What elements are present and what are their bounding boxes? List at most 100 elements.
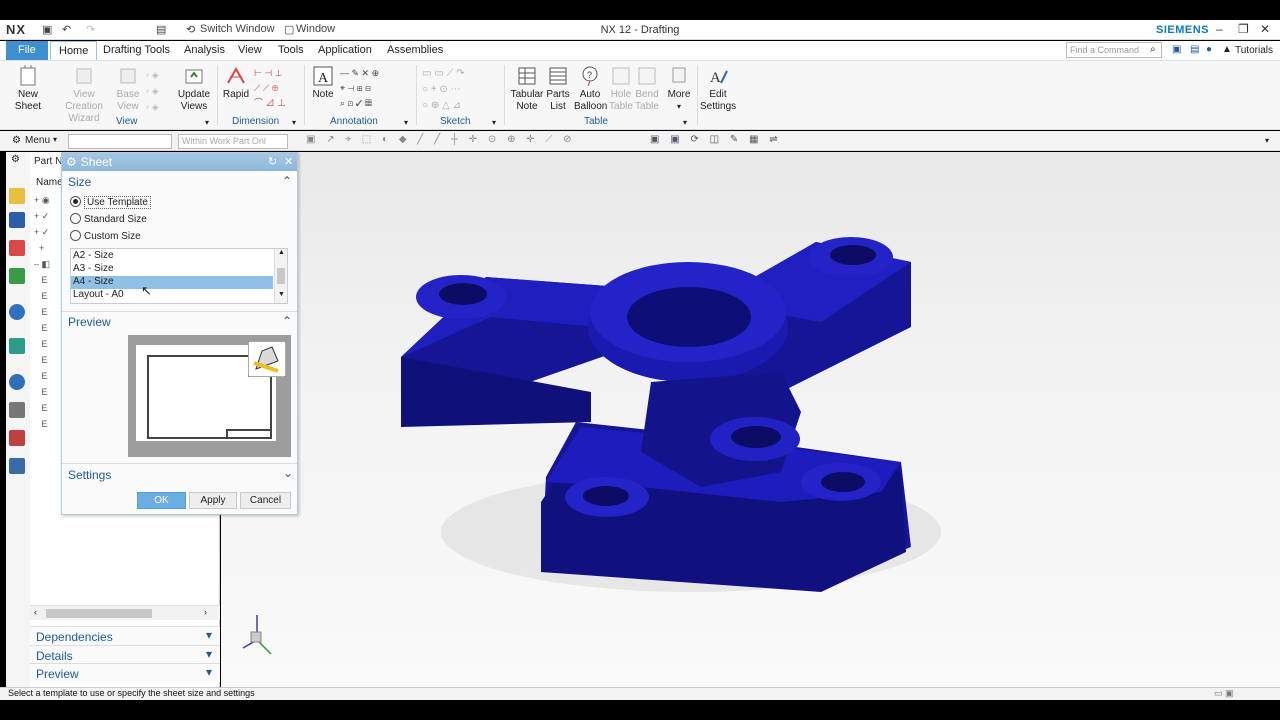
tools-icon[interactable] (9, 402, 25, 418)
dialog-title-bar[interactable]: ⚙ Sheet ↻ ✕ (62, 153, 297, 171)
scrollbar-thumb[interactable] (46, 609, 152, 618)
tab-analysis[interactable]: Analysis (176, 41, 233, 60)
tab-view[interactable]: View (230, 41, 270, 60)
update-views-label-2: Views (180, 101, 208, 112)
tab-home[interactable]: Home (50, 41, 98, 60)
view-creation-wizard-button[interactable]: View Creation Wizard (54, 65, 114, 125)
bend-table-icon (638, 67, 656, 85)
note-button[interactable]: A Note (310, 65, 336, 101)
chevron-down-icon: ▾ (205, 628, 212, 642)
graphics-window[interactable] (221, 152, 1280, 687)
chevron-down-icon[interactable]: ▾ (404, 118, 408, 127)
search-icon[interactable]: ⌕ (1150, 44, 1156, 55)
menu-button[interactable]: Menu (25, 135, 50, 146)
scroll-up-icon[interactable]: ▲ (278, 249, 285, 256)
new-sheet-label-2: Sheet (14, 101, 42, 112)
section-preview-header[interactable]: Preview (68, 315, 111, 329)
reuse-library-icon[interactable] (9, 268, 25, 284)
layout-icon[interactable]: ▣ (1172, 44, 1181, 55)
hole-table-icon (612, 67, 630, 85)
help-icon[interactable]: ● (1206, 44, 1212, 55)
apply-button[interactable]: Apply (189, 492, 237, 509)
chevron-up-icon[interactable]: ⌃ (282, 314, 292, 328)
tabular-note-button[interactable]: Tabular Note (510, 65, 544, 113)
radio-standard-size[interactable]: Standard Size (70, 213, 147, 225)
gear-icon[interactable]: ⚙ (11, 154, 20, 165)
svg-text:A: A (318, 71, 329, 86)
list-item[interactable]: A2 - Size (71, 250, 273, 263)
chevron-down-icon[interactable]: ▾ (205, 118, 209, 127)
chevron-down-icon: ▾ (676, 102, 681, 111)
chevron-up-icon[interactable]: ⌃ (282, 174, 292, 188)
tab-tools[interactable]: Tools (270, 41, 312, 60)
tab-application[interactable]: Application (310, 41, 380, 60)
tutorials-link[interactable]: Tutorials (1235, 45, 1273, 56)
auto-balloon-button[interactable]: ? Auto Balloon (574, 65, 607, 113)
find-command-input[interactable]: Find a Command (1066, 42, 1162, 58)
radio-use-template[interactable]: Use Template (70, 196, 151, 209)
dependencies-panel[interactable]: Dependencies ▾ (30, 626, 220, 645)
chevron-down-icon[interactable]: ▾ (292, 118, 296, 127)
tutorials-icon: ▲ (1222, 44, 1232, 55)
chevron-down-icon[interactable]: ▾ (1265, 136, 1269, 145)
preview-panel[interactable]: Preview ▾ (30, 663, 220, 682)
list-scrollbar[interactable]: ▲ ▼ (274, 249, 287, 303)
snap-icons[interactable]: ▣ ↗ ⌖ ⬚ ◐ ◆ ╱ ╱ ┼ ✛ ⊙ ⊕ ✛ ⟋ ⊘ (306, 134, 575, 145)
rapid-dimension-button[interactable]: Rapid (222, 65, 250, 101)
scroll-left-icon[interactable]: ‹ (34, 607, 37, 617)
clock-icon[interactable] (9, 374, 25, 390)
restore-icon[interactable]: ❐ (1238, 22, 1249, 36)
edit-settings-button[interactable]: A Edit Settings (700, 65, 736, 113)
section-settings-header[interactable]: Settings (68, 468, 111, 482)
list-item[interactable]: A3 - Size (71, 263, 273, 276)
chevron-down-icon[interactable]: ⌄ (283, 466, 293, 480)
rapid-label: Rapid (222, 89, 250, 100)
view-icons[interactable]: ▣ ▣ ⟳ ◫ ✎ ▦ ⇌ (650, 134, 782, 145)
type-filter-combo[interactable] (68, 134, 172, 149)
chevron-down-icon[interactable]: ▾ (492, 118, 496, 127)
list-item[interactable]: Layout - A0 (71, 289, 273, 302)
scroll-right-icon[interactable]: › (204, 607, 207, 617)
scope-filter-combo[interactable]: Within Work Part Onl (178, 134, 288, 149)
close-icon[interactable]: ✕ (284, 155, 293, 168)
ok-button[interactable]: OK (137, 492, 186, 509)
bend-table-label-1: Bend (635, 89, 659, 100)
history-icon[interactable] (9, 338, 25, 354)
more-button[interactable]: More ▾ (664, 65, 694, 113)
details-panel[interactable]: Details ▾ (30, 645, 220, 664)
part-model[interactable] (221, 152, 1280, 687)
scrollbar-thumb[interactable] (277, 268, 285, 284)
list-item-selected[interactable]: A4 - Size (71, 276, 273, 289)
system-scenes-icon[interactable] (9, 458, 25, 474)
status-icons[interactable]: ▭ ▣ (1214, 688, 1234, 699)
reset-icon[interactable]: ↻ (268, 155, 277, 168)
status-bar: Select a template to use or specify the … (0, 687, 1280, 700)
radio-custom-size[interactable]: Custom Size (70, 230, 141, 242)
update-views-button[interactable]: Update Views (176, 65, 212, 113)
parts-list-button[interactable]: Parts List (544, 65, 572, 113)
base-view-button[interactable]: Base View (114, 65, 142, 113)
new-sheet-button[interactable]: New Sheet (10, 65, 46, 113)
hole-table-button[interactable]: Hole Table (608, 65, 634, 113)
tab-assemblies[interactable]: Assemblies (379, 41, 451, 60)
close-icon[interactable]: ✕ (1260, 22, 1270, 36)
bend-table-button[interactable]: Bend Table (634, 65, 660, 113)
minimize-icon[interactable]: – (1216, 22, 1223, 36)
chevron-down-icon[interactable]: ▾ (683, 118, 687, 127)
navigator-tree[interactable]: + ◉ + ✓ + ✓ + – ◧ E E E E E E E E E E (34, 192, 62, 442)
tab-file[interactable]: File (6, 41, 48, 60)
part-navigator-icon[interactable] (9, 188, 25, 204)
assembly-navigator-icon[interactable] (9, 212, 25, 228)
horizontal-scrollbar[interactable]: ‹ › (30, 605, 220, 620)
gear-icon: ⚙ (66, 155, 77, 169)
roles-icon[interactable] (9, 430, 25, 446)
template-list[interactable]: A2 - Size A3 - Size A4 - Size Layout - A… (70, 248, 288, 304)
tab-drafting-tools[interactable]: Drafting Tools (95, 41, 178, 60)
web-browser-icon[interactable] (9, 304, 25, 320)
scroll-down-icon[interactable]: ▼ (278, 291, 285, 298)
ribbon-options-icon[interactable]: ▤ (1190, 44, 1199, 55)
column-header-name[interactable]: Name (36, 177, 63, 188)
section-size-header[interactable]: Size (68, 175, 91, 189)
cancel-button[interactable]: Cancel (240, 492, 291, 509)
constraint-navigator-icon[interactable] (9, 240, 25, 256)
